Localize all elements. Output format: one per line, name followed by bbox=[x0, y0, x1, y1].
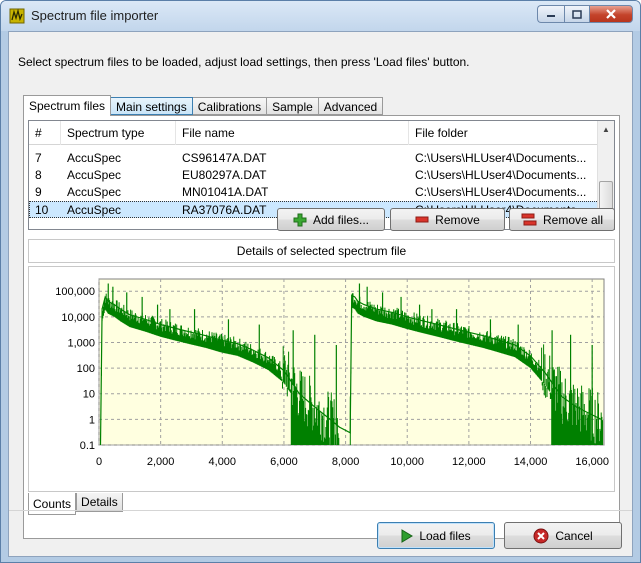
x-tick-label: 6,000 bbox=[270, 456, 298, 468]
cell-file-folder: C:\Users\HLUser4\Documents... bbox=[415, 151, 587, 165]
cancel-label: Cancel bbox=[555, 528, 593, 543]
maximize-button[interactable] bbox=[564, 5, 589, 23]
scroll-up-icon[interactable]: ▲ bbox=[598, 121, 614, 138]
close-button[interactable] bbox=[589, 5, 633, 23]
instruction-text: Select spectrum files to be loaded, adju… bbox=[18, 55, 470, 69]
maximize-icon bbox=[572, 9, 582, 19]
y-tick-label: 10,000 bbox=[61, 312, 95, 324]
y-tick-label: 1,000 bbox=[67, 337, 95, 349]
tab-calibrations[interactable]: Calibrations bbox=[192, 97, 268, 115]
details-header: Details of selected spectrum file bbox=[28, 239, 615, 263]
column-header-file-name[interactable]: File name bbox=[176, 121, 409, 145]
table-row[interactable]: 8 AccuSpec EU80297A.DAT C:\Users\HLUser4… bbox=[29, 167, 601, 184]
load-files-button[interactable]: Load files bbox=[377, 522, 495, 549]
x-tick-label: 12,000 bbox=[452, 456, 486, 468]
remove-all-label: Remove all bbox=[542, 212, 604, 227]
x-tick-label: 2,000 bbox=[147, 456, 175, 468]
x-tick-label: 8,000 bbox=[332, 456, 360, 468]
cell-file-folder: C:\Users\HLUser4\Documents... bbox=[415, 185, 587, 199]
cell-file-name: CS96147A.DAT bbox=[182, 151, 267, 165]
title-bar[interactable]: Spectrum file importer bbox=[1, 1, 640, 31]
x-tick-label: 14,000 bbox=[514, 456, 548, 468]
spectrum-files-panel: # Spectrum type File name File folder 7 … bbox=[23, 115, 620, 539]
add-files-button[interactable]: Add files... bbox=[277, 208, 385, 231]
y-tick-label: 100,000 bbox=[55, 286, 95, 298]
cell-number: 8 bbox=[35, 168, 42, 182]
spectrum-chart-svg: 0.1 1 10 100 1,000 10,000 100,000 0 2,000 4,000 6,… bbox=[55, 278, 609, 468]
main-tabstrip: Spectrum files Main settings Calibration… bbox=[23, 95, 384, 116]
minimize-button[interactable] bbox=[537, 5, 564, 23]
cell-file-name: RA37076A.DAT bbox=[182, 203, 267, 217]
x-tick-label: 4,000 bbox=[209, 456, 237, 468]
app-icon bbox=[9, 8, 25, 24]
cell-number: 10 bbox=[35, 203, 49, 217]
cancel-icon bbox=[533, 528, 549, 544]
cell-spectrum-type: AccuSpec bbox=[67, 168, 122, 182]
cell-file-name: EU80297A.DAT bbox=[182, 168, 267, 182]
minimize-icon bbox=[547, 15, 555, 17]
x-tick-label: 10,000 bbox=[390, 456, 424, 468]
cell-number: 9 bbox=[35, 185, 42, 199]
column-header-file-folder[interactable]: File folder bbox=[409, 121, 601, 145]
x-tick-label: 16,000 bbox=[575, 456, 609, 468]
remove-all-icon bbox=[521, 213, 537, 227]
close-icon bbox=[606, 9, 616, 19]
cell-spectrum-type: AccuSpec bbox=[67, 203, 122, 217]
load-files-label: Load files bbox=[419, 528, 471, 543]
tab-sample[interactable]: Sample bbox=[267, 97, 319, 115]
tab-counts[interactable]: Counts bbox=[28, 493, 77, 515]
y-tick-label: 100 bbox=[77, 363, 95, 375]
remove-button[interactable]: Remove bbox=[390, 208, 505, 231]
window-title: Spectrum file importer bbox=[31, 8, 159, 23]
footer-separator bbox=[9, 510, 632, 511]
minus-icon bbox=[415, 216, 429, 224]
y-tick-label: 10 bbox=[83, 389, 95, 401]
column-header-number[interactable]: # bbox=[29, 121, 61, 145]
cell-spectrum-type: AccuSpec bbox=[67, 185, 122, 199]
list-header: # Spectrum type File name File folder bbox=[29, 121, 601, 145]
play-icon bbox=[401, 528, 414, 543]
details-tabstrip: Counts Details bbox=[28, 493, 123, 515]
column-header-spectrum-type[interactable]: Spectrum type bbox=[61, 121, 176, 145]
tab-main-settings[interactable]: Main settings bbox=[111, 97, 193, 115]
counts-chart: 0.1 1 10 100 1,000 10,000 100,000 0 2,000 4,000 6,… bbox=[28, 266, 615, 492]
cell-spectrum-type: AccuSpec bbox=[67, 151, 122, 165]
tab-spectrum-files[interactable]: Spectrum files bbox=[23, 95, 112, 116]
y-tick-label: 1 bbox=[89, 414, 95, 426]
tab-advanced[interactable]: Advanced bbox=[318, 97, 384, 115]
importer-window: Spectrum file importer Select spectrum f… bbox=[0, 0, 641, 563]
cell-file-name: MN01041A.DAT bbox=[182, 185, 269, 199]
remove-all-button[interactable]: Remove all bbox=[509, 208, 615, 231]
remove-label: Remove bbox=[435, 212, 480, 227]
table-row[interactable]: 9 AccuSpec MN01041A.DAT C:\Users\HLUser4… bbox=[29, 184, 601, 201]
y-tick-label: 0.1 bbox=[80, 440, 95, 452]
cell-number: 7 bbox=[35, 151, 42, 165]
cancel-button[interactable]: Cancel bbox=[504, 522, 622, 549]
client-area: Select spectrum files to be loaded, adju… bbox=[8, 31, 633, 557]
plus-icon bbox=[293, 213, 307, 227]
x-tick-label: 0 bbox=[96, 456, 102, 468]
add-files-label: Add files... bbox=[312, 212, 370, 227]
cell-file-folder: C:\Users\HLUser4\Documents... bbox=[415, 168, 587, 182]
table-row[interactable]: 7 AccuSpec CS96147A.DAT C:\Users\HLUser4… bbox=[29, 150, 601, 167]
